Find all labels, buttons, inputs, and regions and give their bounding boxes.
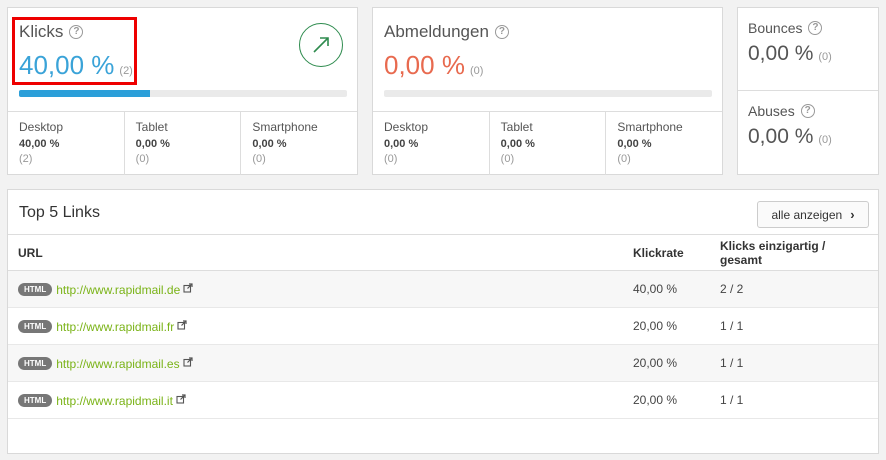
abmeldungen-device-breakdown: Desktop 0,00 % (0) Tablet 0,00 % (0) Sma… [373,111,722,175]
url-cell: HTML http://www.rapidmail.it [8,381,623,419]
device-percent: 0,00 % [384,138,419,150]
html-badge: HTML [18,319,53,333]
abmeldungen-progress-bar [384,90,712,97]
url-cell: HTML http://www.rapidmail.de [8,270,623,308]
abmeldungen-value: 0,00 % [384,50,465,80]
html-badge: HTML [18,356,53,370]
klicks-progress-fill [19,90,151,97]
device-count: (0) [384,153,398,165]
klickrate-cell: 20,00 % [623,344,710,382]
table-row: HTML http://www.rapidmail.fr 20,00 % 1 / … [8,307,878,345]
abmeldungen-title: Abmeldungen [384,22,489,41]
abmeldungen-count: (0) [469,65,484,77]
link-url[interactable]: http://www.rapidmail.de [56,282,180,296]
link-url[interactable]: http://www.rapidmail.es [56,356,179,370]
klicks-cell: 2 / 2 [710,270,878,308]
device-tablet: Tablet 0,00 % (0) [125,112,242,175]
klicks-device-breakdown: Desktop 40,00 % (2) Tablet 0,00 % (0) Sm… [8,111,357,175]
device-tablet: Tablet 0,00 % (0) [490,112,607,175]
html-badge: HTML [18,393,53,407]
table-row: HTML http://www.rapidmail.es 20,00 % 1 / … [8,344,878,382]
device-percent: 0,00 % [135,138,170,150]
device-name: Smartphone [252,120,318,134]
table-row: HTML http://www.rapidmail.it 20,00 % 1 / … [8,381,878,419]
device-desktop: Desktop 40,00 % (2) [8,112,125,175]
abmeldungen-card: Abmeldungen ? 0,00 % (0) Desktop 0,00 % … [372,7,723,175]
column-header-klickrate[interactable]: Klickrate [623,234,710,271]
links-table: URL Klickrate Klicks einzigartig / gesam… [8,234,878,419]
table-row: HTML http://www.rapidmail.de 40,00 % 2 / … [8,270,878,308]
klicks-progress-bar [19,90,347,97]
abuses-section: Abuses ? 0,00 % (0) [738,91,878,174]
device-desktop: Desktop 0,00 % (0) [373,112,490,175]
bounces-section: Bounces ? 0,00 % (0) [738,8,878,91]
device-name: Desktop [19,120,64,134]
device-name: Smartphone [617,120,683,134]
external-link-icon[interactable] [183,356,193,370]
show-all-button[interactable]: alle anzeigen › [757,201,869,228]
bounces-count: (0) [818,51,832,63]
device-count: (2) [19,153,33,165]
bounces-value: 0,00 % [748,42,814,65]
klicks-cell: 1 / 1 [710,344,878,382]
bounces-abuses-card: Bounces ? 0,00 % (0) Abuses ? 0,00 % (0) [737,7,879,175]
bounces-title-row: Bounces ? [748,20,878,36]
link-url[interactable]: http://www.rapidmail.it [56,393,173,407]
external-link-icon[interactable] [183,282,193,296]
device-name: Desktop [384,120,429,134]
device-percent: 0,00 % [500,138,535,150]
klicks-card: Klicks ? 40,00 % (2) Desktop 40,00 % (2)… [7,7,358,175]
table-header-row: URL Klickrate Klicks einzigartig / gesam… [8,234,878,271]
url-cell: HTML http://www.rapidmail.fr [8,307,623,345]
device-percent: 40,00 % [19,138,60,150]
column-header-klicks[interactable]: Klicks einzigartig / gesamt [710,234,878,271]
device-smartphone: Smartphone 0,00 % (0) [606,112,722,175]
klickrate-cell: 20,00 % [623,307,710,345]
external-link-icon[interactable] [176,393,186,407]
klickrate-cell: 40,00 % [623,270,710,308]
help-icon[interactable]: ? [800,104,815,118]
show-all-label: alle anzeigen [771,207,843,222]
chevron-right-icon: › [850,207,855,222]
abuses-value-row: 0,00 % (0) [748,125,878,149]
device-percent: 0,00 % [617,138,652,150]
klickrate-cell: 20,00 % [623,381,710,419]
device-smartphone: Smartphone 0,00 % (0) [241,112,357,175]
help-icon[interactable]: ? [808,21,823,35]
device-percent: 0,00 % [252,138,287,150]
abuses-title-row: Abuses ? [748,103,878,119]
trend-up-icon [299,23,343,67]
top-links-panel: Top 5 Links alle anzeigen › URL Klickrat… [7,189,879,454]
abmeldungen-title-row: Abmeldungen ? [384,22,509,42]
abuses-value: 0,00 % [748,125,814,148]
klicks-cell: 1 / 1 [710,307,878,345]
device-name: Tablet [500,120,533,134]
abmeldungen-value-row: 0,00 % (0) [384,50,483,81]
link-url[interactable]: http://www.rapidmail.fr [56,319,174,333]
bounces-value-row: 0,00 % (0) [748,42,878,66]
device-name: Tablet [135,120,168,134]
abuses-title: Abuses [748,103,795,119]
html-badge: HTML [18,282,53,296]
device-count: (0) [617,153,631,165]
bounces-title: Bounces [748,20,803,36]
highlight-box [12,17,137,85]
top-links-title: Top 5 Links [19,204,100,221]
abuses-count: (0) [818,134,832,146]
klicks-cell: 1 / 1 [710,381,878,419]
device-count: (0) [500,153,515,165]
help-icon[interactable]: ? [494,25,509,39]
device-count: (0) [135,153,150,165]
device-count: (0) [252,153,266,165]
external-link-icon[interactable] [177,319,187,333]
column-header-url[interactable]: URL [8,234,623,271]
url-cell: HTML http://www.rapidmail.es [8,344,623,382]
